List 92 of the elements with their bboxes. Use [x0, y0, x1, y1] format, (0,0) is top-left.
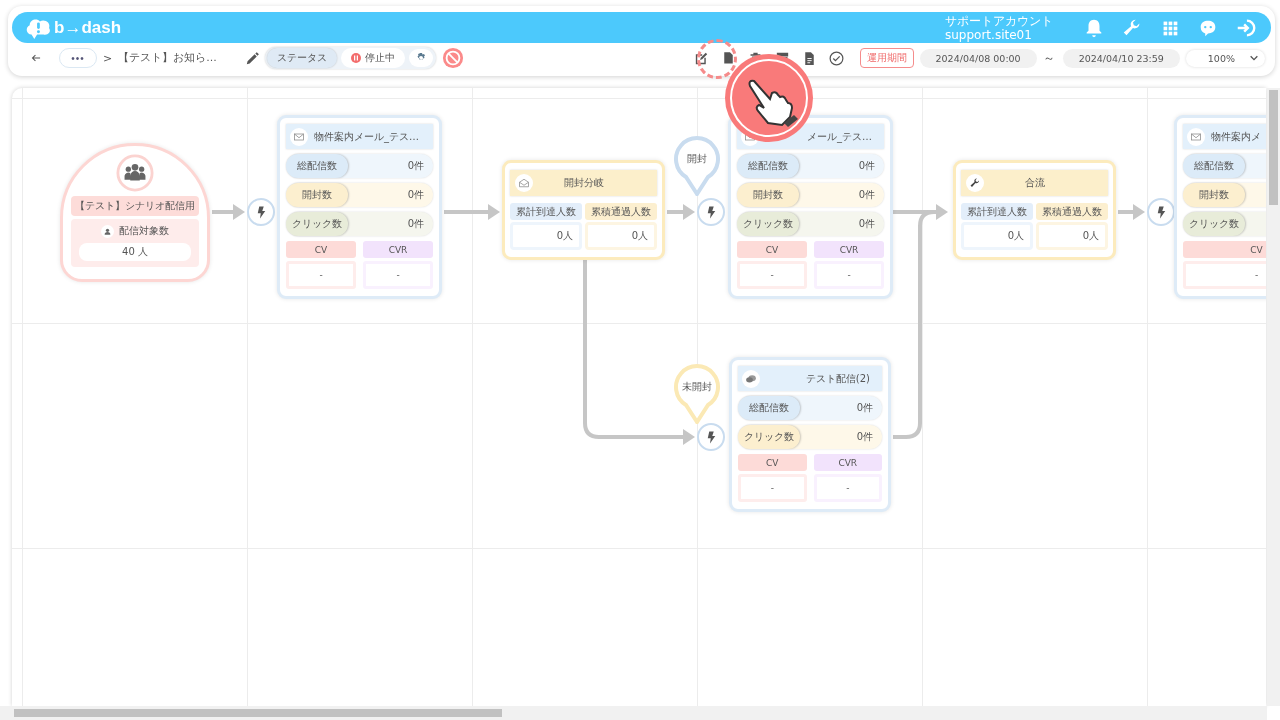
- metric-header: CV: [737, 241, 807, 258]
- lightning-icon[interactable]: [697, 423, 725, 451]
- metric-header: CV: [286, 241, 356, 258]
- node-title: テスト配信(2): [805, 371, 871, 386]
- vertical-scrollbar[interactable]: [1267, 88, 1280, 706]
- merge-node[interactable]: 合流 累計到達人数 0人 累積通過人数 0人: [953, 160, 1116, 260]
- stat-label: クリック数: [738, 425, 800, 449]
- connector-arrow: [444, 204, 500, 220]
- stat-label: 総配信数: [1183, 154, 1245, 178]
- stat-value: 0件: [858, 188, 876, 202]
- stat-value: 0件: [856, 401, 874, 415]
- lightning-icon[interactable]: [697, 198, 725, 226]
- account-name: サポートアカウント: [945, 13, 1053, 28]
- metric-value: -: [813, 474, 882, 502]
- lightning-icon[interactable]: [247, 198, 275, 226]
- account-id: support.site01: [945, 27, 1032, 42]
- stat-value: 0件: [407, 159, 425, 173]
- stat-label: 開封数: [286, 183, 348, 207]
- start-node[interactable]: 【テスト】シナリオ配信用 配信対象数 40 人: [60, 143, 210, 282]
- column-header: 累積通過人数: [585, 203, 657, 220]
- stat-value: 0件: [856, 430, 874, 444]
- stat-value: 0件: [407, 188, 425, 202]
- stat-value: 0件: [407, 217, 425, 231]
- stat-value: 0件: [858, 159, 876, 173]
- zoom-select[interactable]: 100%: [1185, 49, 1265, 67]
- connector-arrow: [893, 204, 948, 220]
- metric-value: -: [737, 261, 807, 289]
- pin-label: 開封: [686, 153, 708, 165]
- message-node[interactable]: メール_テス… 総配信数 0件 開封数 0件 クリック数 0件 CV - CVR -: [728, 115, 893, 299]
- envelope-icon: [290, 127, 308, 146]
- connector-arrow: [667, 204, 695, 220]
- breadcrumb-separator: >: [103, 51, 113, 65]
- stat-label: 開封数: [1183, 183, 1245, 207]
- message-node[interactable]: テスト配信(2) 総配信数 0件 クリック数 0件 CV - CVR -: [729, 357, 891, 512]
- stat-value: 0件: [858, 217, 876, 231]
- message-node[interactable]: 物件案内メール_テス… 総配信数 0件 開封数 0件 クリック数 0件 CV - CVR -: [277, 115, 442, 299]
- stat-label: クリック数: [737, 212, 799, 236]
- start-date-field[interactable]: 2024/04/08 00:00: [919, 48, 1037, 68]
- segment-name: 【テスト】シナリオ配信用: [71, 196, 199, 216]
- column-value: 0人: [585, 222, 657, 250]
- end-date-field[interactable]: 2024/04/10 23:59: [1062, 48, 1180, 68]
- column-value: 0人: [510, 222, 582, 250]
- metric-header: CVR: [363, 241, 433, 258]
- stat-label: 総配信数: [737, 154, 799, 178]
- column-value: 0人: [1036, 222, 1108, 250]
- stat-label: クリック数: [286, 212, 348, 236]
- node-title: 物件案内メール_テス…: [314, 129, 419, 144]
- node-title: 開封分岐: [562, 176, 605, 190]
- connector-arrow: [1118, 204, 1145, 220]
- settings-button[interactable]: [409, 49, 434, 67]
- metric-value: -: [363, 261, 433, 289]
- column-header: 累積通過人数: [1036, 203, 1108, 220]
- range-separator: ～: [1042, 49, 1055, 67]
- metric-header: CV: [738, 454, 807, 471]
- open-envelope-icon: [515, 174, 533, 192]
- node-title: 合流: [1023, 176, 1046, 190]
- people-icon: [116, 154, 154, 192]
- metric-value: -: [738, 474, 807, 502]
- stat-label: 開封数: [737, 183, 799, 207]
- status-label: ステータス: [267, 48, 338, 68]
- metric-header: CVR: [814, 241, 884, 258]
- node-title: 物件案内メ: [1211, 129, 1261, 144]
- column-value: 0人: [961, 222, 1033, 250]
- node-title: メール_テス…: [807, 129, 873, 144]
- count-value: 40 人: [79, 243, 191, 261]
- chevron-down-icon: [1249, 53, 1259, 63]
- check-circle-icon[interactable]: [827, 49, 845, 67]
- horizontal-scrollbar[interactable]: [0, 706, 1267, 720]
- metric-value: -: [286, 261, 356, 289]
- column-header: 累計到達人数: [510, 203, 582, 220]
- column-header: 累計到達人数: [961, 203, 1033, 220]
- metric-header: CVR: [813, 454, 882, 471]
- pencil-icon[interactable]: [244, 49, 262, 67]
- wrench-icon: [966, 174, 984, 192]
- branch-node[interactable]: 開封分岐 累計到達人数 0人 累積通過人数 0人: [502, 160, 665, 260]
- stat-label: 総配信数: [286, 154, 348, 178]
- more-button[interactable]: •••: [59, 48, 97, 68]
- lightning-icon[interactable]: [1147, 198, 1175, 226]
- prohibited-icon[interactable]: [442, 47, 465, 69]
- stat-label: 総配信数: [738, 396, 800, 420]
- metric-header: CV: [1183, 241, 1266, 258]
- stat-label: クリック数: [1183, 212, 1245, 236]
- person-icon: [101, 224, 114, 238]
- chat-bubbles-icon: [742, 369, 760, 388]
- pin-label: 未開封: [681, 381, 713, 393]
- status-pill[interactable]: 停止中: [341, 48, 406, 68]
- count-label: 配信対象数: [119, 224, 169, 238]
- breadcrumb[interactable]: 【テスト】お知ら…: [118, 51, 231, 65]
- metric-value: -: [814, 261, 884, 289]
- connector-arrow: [212, 204, 245, 220]
- message-node[interactable]: 物件案内メ 総配信数 開封数 クリック数 CV -: [1174, 115, 1266, 299]
- envelope-icon: [1187, 127, 1205, 146]
